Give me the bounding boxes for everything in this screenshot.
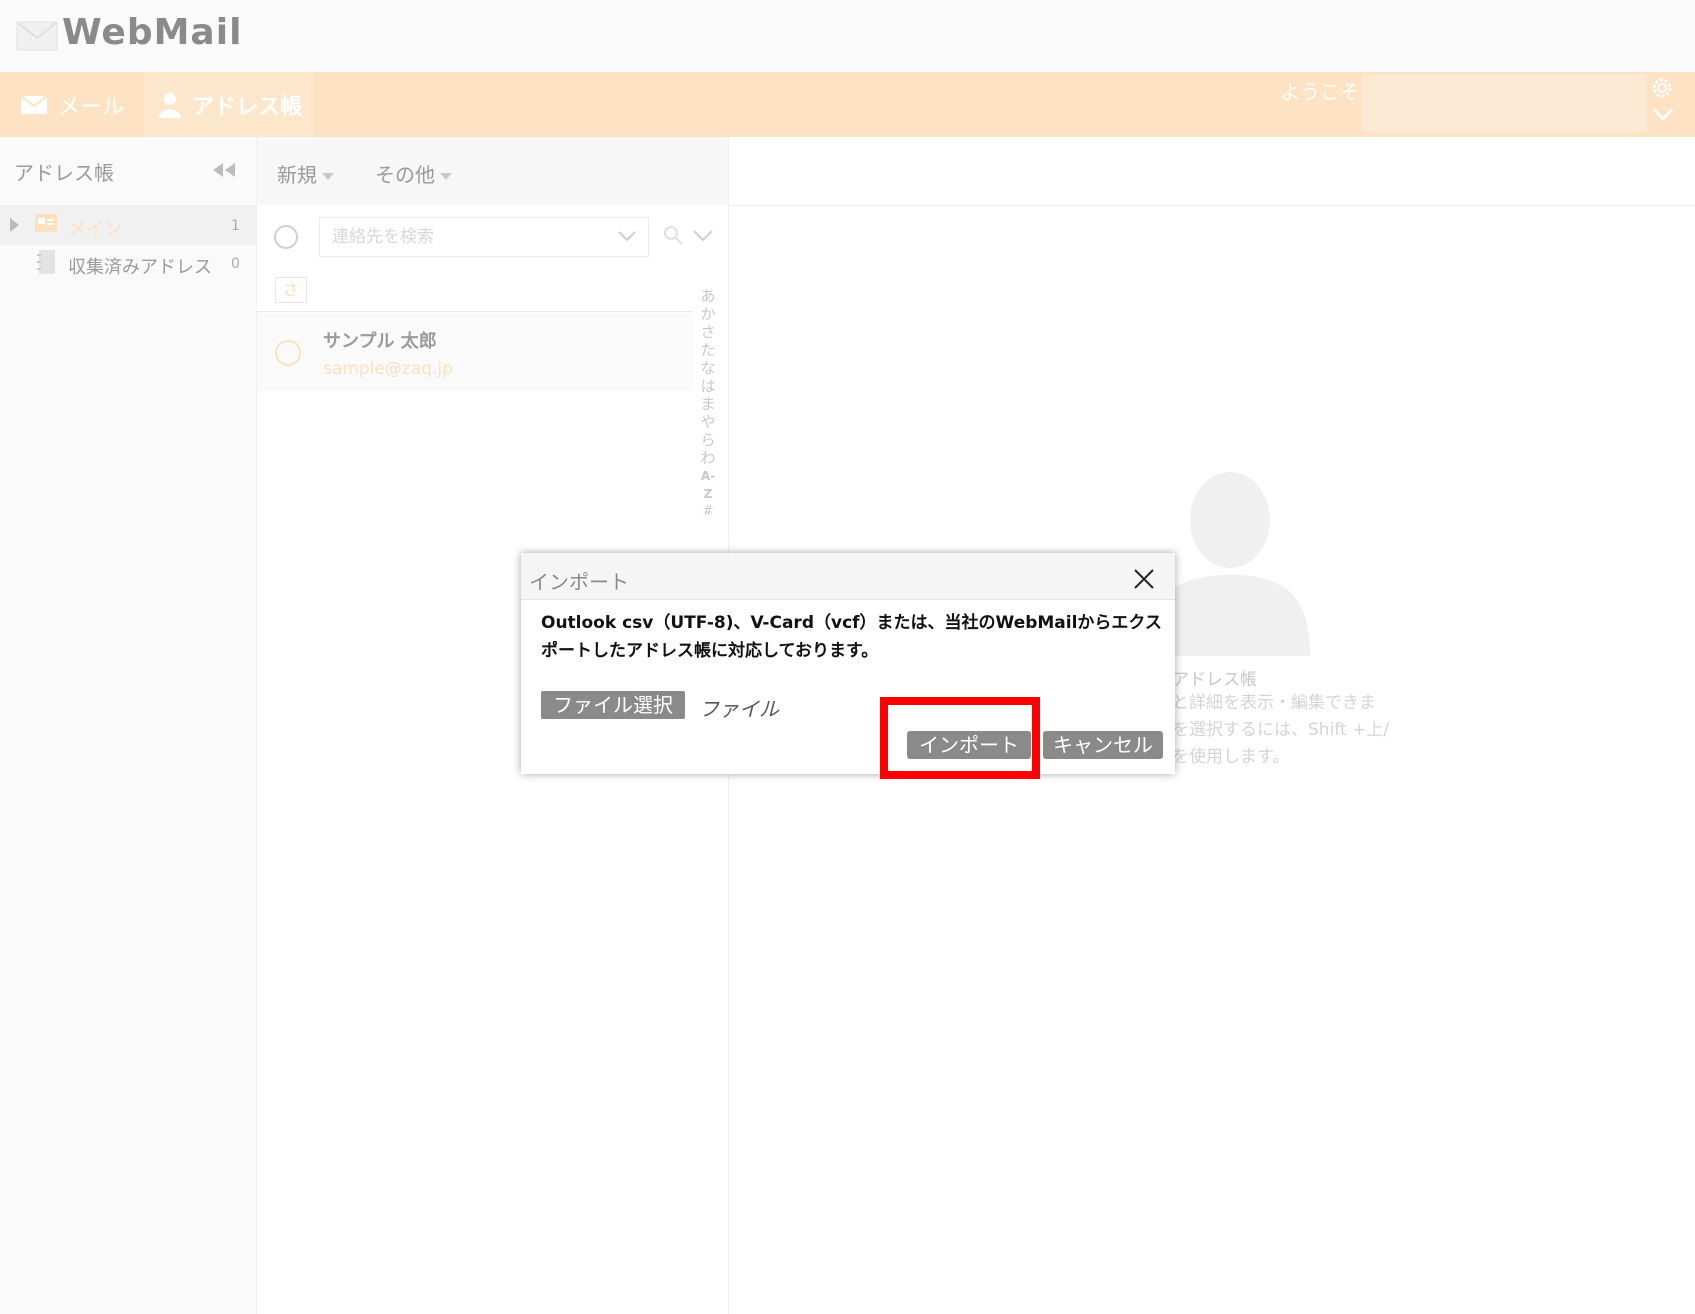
index-letter[interactable]: さ [697,323,719,341]
sidebar-item-collected-label: 収集済みアドレス [68,257,212,278]
envelope-icon [20,94,48,114]
chevron-down-icon[interactable] [618,230,636,242]
letter-tag: さ [275,277,307,303]
logo-text: WebMail [62,12,243,53]
welcome-text: ようこそ [1280,80,1360,104]
sidebar-item-main-count: 1 [231,218,240,234]
sidebar-title: アドレス帳 [14,161,114,185]
sidebar-item-main-label: メイン [68,219,122,240]
tab-mail[interactable]: メール [0,72,142,137]
search-options-chevron-icon[interactable] [693,230,713,242]
placeholder-line: を選択するには、Shift +上/ [1172,720,1390,740]
dialog-header: インポート [521,553,1175,600]
highlight-annotation-box [880,697,1040,779]
search-input[interactable] [330,226,614,248]
gear-icon[interactable] [1650,76,1674,100]
user-info-redacted [1362,74,1647,132]
close-icon[interactable] [1133,568,1155,590]
sidebar-item-main[interactable]: メイン 1 [0,205,256,245]
index-letter[interactable]: た [697,341,719,359]
other-button[interactable]: その他 [375,159,452,188]
dialog-title: インポート [529,570,629,594]
collapse-sidebar-icon[interactable] [212,163,236,177]
index-letter[interactable]: # [697,503,719,521]
sidebar: アドレス帳 メイン 1 収集済みアドレス 0 [0,137,257,1314]
new-button[interactable]: 新規 [277,159,334,188]
person-icon [159,92,181,118]
import-dialog: インポート Outlook csv（UTF-8)、V-Card（vcf）または、… [521,553,1175,774]
index-letter[interactable]: あ [697,287,719,305]
contact-checkbox[interactable] [275,340,301,366]
contact-row[interactable]: サンプル 太郎 sample@zaq.jp [257,313,693,391]
sidebar-item-collected-count: 0 [231,256,240,272]
dialog-description: Outlook csv（UTF-8)、V-Card（vcf）または、当社のWeb… [541,613,1162,661]
new-button-label: 新規 [277,163,317,187]
index-letter[interactable]: A-Z [697,467,719,503]
address-card-icon [35,214,57,232]
sidebar-item-collected[interactable]: 収集済みアドレス 0 [0,245,256,285]
index-letter[interactable]: や [697,413,719,431]
index-letter[interactable]: か [697,305,719,323]
envelope-logo-icon [16,21,58,51]
index-letter[interactable]: は [697,377,719,395]
cancel-button[interactable]: キャンセル [1043,731,1163,759]
list-toolbar: 新規 その他 [257,137,728,205]
search-icon[interactable] [663,225,683,245]
detail-toolbar [729,137,1695,206]
nav-bar: メール アドレス帳 ようこそ [0,72,1695,137]
logo-bar: WebMail [0,0,1695,72]
index-letter[interactable]: ま [697,395,719,413]
file-name-label: ファイル [699,697,779,721]
other-button-label: その他 [375,163,435,187]
alphabet-index: あ か さ た な は ま や ら わ A-Z # [697,287,719,521]
index-letter[interactable]: な [697,359,719,377]
contact-name: サンプル 太郎 [323,331,437,352]
expand-arrow-icon[interactable] [10,218,19,232]
placeholder-line: を使用します。 [1172,747,1290,767]
index-letter[interactable]: わ [697,449,719,467]
index-letter[interactable]: ら [697,431,719,449]
caret-down-icon [440,173,452,180]
chevron-down-icon[interactable] [1652,106,1674,122]
contact-email: sample@zaq.jp [323,359,453,379]
placeholder-line: と詳細を表示・編集できま [1172,693,1376,713]
placeholder-description: と詳細を表示・編集できま を選択するには、Shift +上/ を使用します。 [1172,690,1412,771]
tab-mail-label: メール [58,94,125,120]
tab-address-book-label: アドレス帳 [192,94,303,120]
address-book-icon [37,250,55,274]
file-select-button[interactable]: ファイル選択 [541,691,685,719]
search-box[interactable] [319,217,649,257]
placeholder-title: アドレス帳 [1172,670,1257,690]
caret-down-icon [322,173,334,180]
letter-group-header: さ [257,271,693,312]
tab-address-book[interactable]: アドレス帳 [144,72,314,137]
select-all-checkbox[interactable] [274,225,298,249]
